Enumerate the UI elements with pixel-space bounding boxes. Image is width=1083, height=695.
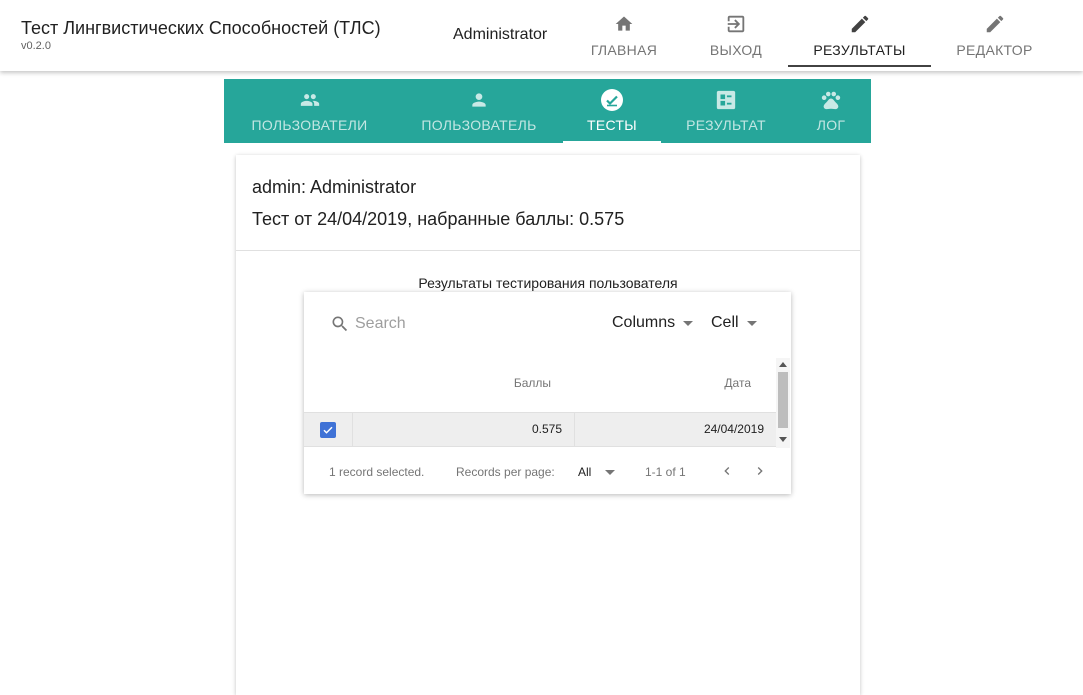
- chevron-down-icon: [683, 320, 694, 326]
- fact-check-icon: [714, 89, 738, 111]
- chevron-down-icon: [605, 469, 616, 475]
- app-bar: Тест Лингвистических Способностей (ТЛС) …: [0, 0, 1083, 71]
- app-title: Тест Лингвистических Способностей (ТЛС): [21, 18, 381, 38]
- result-card: admin: Administrator Тест от 24/04/2019,…: [236, 155, 860, 695]
- tab-user-label: ПОЛЬЗОВАТЕЛЬ: [421, 117, 537, 133]
- user-info: admin: Administrator: [252, 177, 417, 197]
- test-summary: Тест от 24/04/2019, набранные баллы: 0.5…: [252, 209, 625, 229]
- previous-page-button[interactable]: [717, 461, 737, 481]
- tab-home-label: ГЛАВНАЯ: [590, 42, 658, 58]
- records-per-page-value: All: [578, 465, 592, 479]
- tab-exit-label: ВЫХОД: [709, 42, 763, 58]
- tab-result[interactable]: РЕЗУЛЬТАТ: [671, 79, 781, 143]
- table-caption: Результаты тестирования пользователя: [418, 275, 678, 291]
- tab-results[interactable]: РЕЗУЛЬТАТЫ: [788, 0, 931, 71]
- check-icon: [323, 426, 333, 434]
- person-icon: [467, 89, 491, 111]
- tab-results-label: РЕЗУЛЬТАТЫ: [813, 42, 906, 58]
- search-input[interactable]: [355, 312, 535, 336]
- table-footer: 1 record selected. Records per page: All…: [304, 448, 791, 494]
- row-select-cell: [304, 413, 353, 446]
- tab-result-label: РЕЗУЛЬТАТ: [686, 117, 766, 133]
- chevron-down-icon: [746, 320, 757, 326]
- next-page-button[interactable]: [750, 461, 770, 481]
- records-per-page-select[interactable]: All: [578, 465, 616, 479]
- tab-log-label: ЛОГ: [816, 117, 846, 133]
- chevron-left-icon: [724, 467, 730, 475]
- table-row[interactable]: 0.575 24/04/2019: [304, 412, 776, 447]
- tab-users-label: ПОЛЬЗОВАТЕЛИ: [251, 117, 368, 133]
- columns-dropdown-label: Columns: [612, 314, 676, 331]
- card-header: admin: Administrator Тест от 24/04/2019,…: [236, 155, 860, 251]
- pencil-icon: [983, 12, 1007, 36]
- tab-tests-label: ТЕСТЫ: [587, 117, 637, 133]
- cell-score[interactable]: 0.575: [353, 413, 575, 446]
- app-version: v0.2.0: [21, 40, 51, 52]
- results-table: Columns Cell Баллы Дата 0.575 24/04/2019…: [304, 292, 791, 494]
- section-tabs: ПОЛЬЗОВАТЕЛИ ПОЛЬЗОВАТЕЛЬ ТЕСТЫ РЕЗУЛЬТА…: [224, 79, 871, 143]
- current-user: Administrator: [453, 26, 548, 43]
- column-header-score[interactable]: Баллы: [514, 376, 551, 390]
- records-per-page-label: Records per page:: [456, 465, 555, 479]
- tab-tests[interactable]: ТЕСТЫ: [563, 79, 661, 143]
- cell-date[interactable]: 24/04/2019: [575, 413, 776, 446]
- check-circle-icon: [600, 89, 624, 111]
- tab-log[interactable]: ЛОГ: [791, 79, 871, 143]
- scroll-down-icon[interactable]: [779, 437, 787, 442]
- tab-user[interactable]: ПОЛЬЗОВАТЕЛЬ: [404, 79, 554, 143]
- tab-editor[interactable]: РЕДАКТОР: [942, 0, 1047, 71]
- scroll-up-icon[interactable]: [779, 362, 787, 367]
- vertical-scrollbar[interactable]: [776, 358, 790, 448]
- row-checkbox[interactable]: [320, 421, 336, 438]
- tab-home[interactable]: ГЛАВНАЯ: [580, 0, 668, 71]
- tab-users[interactable]: ПОЛЬЗОВАТЕЛИ: [232, 79, 387, 143]
- cell-dropdown-label: Cell: [711, 314, 739, 331]
- pencil-icon: [848, 12, 872, 36]
- cell-dropdown[interactable]: Cell: [711, 314, 757, 332]
- tab-exit[interactable]: ВЫХОД: [692, 0, 780, 71]
- exit-icon: [724, 12, 748, 36]
- chevron-right-icon: [757, 467, 763, 475]
- selection-status: 1 record selected.: [329, 465, 425, 479]
- home-icon: [612, 12, 636, 36]
- page-range: 1-1 of 1: [645, 465, 686, 479]
- columns-dropdown[interactable]: Columns: [612, 314, 694, 332]
- scrollbar-thumb[interactable]: [778, 372, 788, 428]
- tab-editor-label: РЕДАКТОР: [956, 42, 1033, 58]
- people-icon: [298, 89, 322, 111]
- paw-icon: [819, 89, 843, 111]
- search-icon: [330, 314, 350, 339]
- column-header-date[interactable]: Дата: [724, 376, 751, 390]
